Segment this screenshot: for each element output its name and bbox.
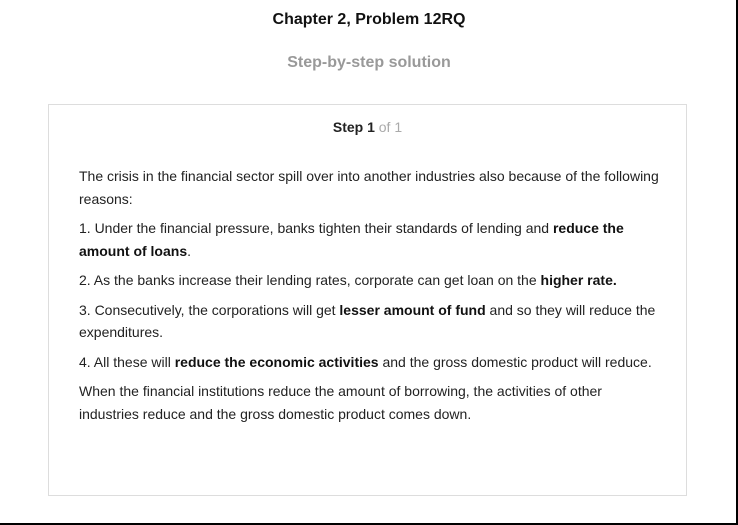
step-header: Step 1 of 1 bbox=[49, 119, 686, 135]
step-label: Step 1 bbox=[332, 119, 375, 135]
page-title: Chapter 2, Problem 12RQ bbox=[272, 11, 466, 28]
reason-4-end: and the gross domestic product will redu… bbox=[378, 353, 652, 370]
reason-2-emphasis: higher rate. bbox=[540, 272, 617, 288]
conclusion-paragraph: When the financial institutions reduce t… bbox=[79, 383, 602, 422]
reason-4-emphasis: reduce the economic activities bbox=[174, 353, 379, 370]
reason-4-text: 4. All these will bbox=[79, 353, 175, 370]
reason-1-text: 1. Under the financial pressure, banks t… bbox=[79, 220, 553, 236]
solution-content: The crisis in the financial sector spill… bbox=[79, 165, 659, 432]
reason-4: 4. All these will reduce the economic ac… bbox=[79, 351, 659, 374]
reason-3-emphasis: lesser amount of fund bbox=[339, 301, 486, 318]
reason-1-end: . bbox=[187, 242, 192, 259]
reason-2: 2. As the banks increase their lending r… bbox=[79, 269, 659, 292]
intro-paragraph: The crisis in the financial sector spill… bbox=[79, 168, 659, 207]
reason-1: 1. Under the financial pressure, banks t… bbox=[79, 217, 659, 262]
page-subtitle: Step-by-step solution bbox=[287, 54, 451, 71]
step-count: of 1 bbox=[378, 119, 403, 135]
reason-3: 3. Consecutively, the corporations will … bbox=[79, 299, 659, 344]
reason-3-text: 3. Consecutively, the corporations will … bbox=[79, 301, 340, 318]
solution-card: Step 1 of 1 The crisis in the financial … bbox=[48, 104, 687, 496]
reason-2-text: 2. As the banks increase their lending r… bbox=[79, 272, 541, 288]
